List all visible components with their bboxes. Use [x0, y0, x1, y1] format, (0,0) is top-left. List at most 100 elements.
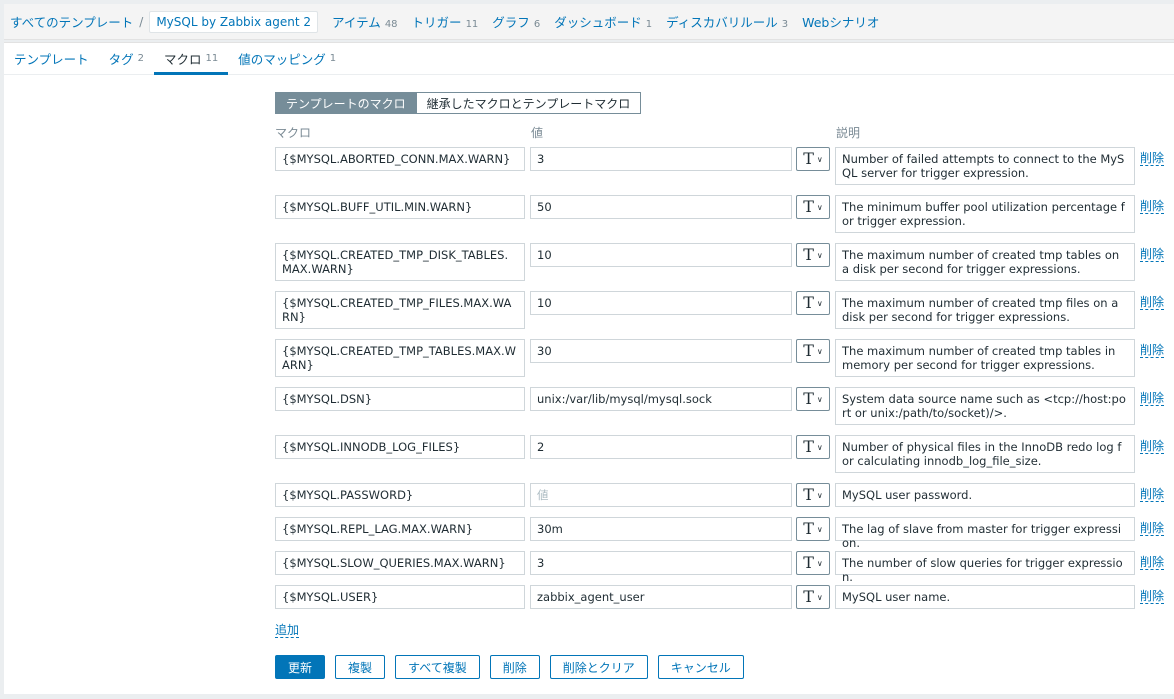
- delete-macro-link[interactable]: 削除: [1140, 247, 1165, 262]
- inherited-macros-button[interactable]: 継承したマクロとテンプレートマクロ: [416, 92, 642, 114]
- delete-macro-link[interactable]: 削除: [1140, 199, 1165, 214]
- macro-description-input[interactable]: The maximum number of created tmp tables…: [835, 339, 1135, 377]
- value-type-dropdown[interactable]: T ∨: [796, 585, 830, 609]
- add-macro-link[interactable]: 追加: [275, 623, 300, 638]
- macro-description-input[interactable]: Number of physical files in the InnoDB r…: [835, 435, 1135, 473]
- value-type-dropdown[interactable]: T ∨: [796, 339, 830, 363]
- cancel-button[interactable]: キャンセル: [657, 655, 744, 679]
- macro-value-input[interactable]: 3: [530, 147, 792, 171]
- macro-description-input[interactable]: MySQL user password.: [835, 483, 1135, 507]
- tab-count: 11: [205, 52, 219, 64]
- nav-dashboards[interactable]: ダッシュボード 1: [554, 12, 652, 31]
- column-header-description: 説明: [836, 126, 861, 140]
- tab-template[interactable]: テンプレート: [4, 42, 99, 74]
- tab-tags[interactable]: タグ 2: [99, 42, 154, 74]
- macro-description-input[interactable]: System data source name such as <tcp://h…: [835, 387, 1135, 425]
- nav-items[interactable]: アイテム 48: [332, 12, 398, 31]
- macro-name-input[interactable]: {$MYSQL.PASSWORD}: [275, 483, 525, 507]
- template-form: テンプレート タグ 2 マクロ 11 値のマッピング 1 テンプレートのマクロ 継承し…: [4, 42, 1174, 694]
- value-type-dropdown[interactable]: T ∨: [796, 291, 830, 315]
- macro-value-input[interactable]: unix:/var/lib/mysql/mysql.sock: [530, 387, 792, 411]
- delete-macro-link[interactable]: 削除: [1140, 151, 1165, 166]
- macro-name-input[interactable]: {$MYSQL.USER}: [275, 585, 525, 609]
- chevron-down-icon: ∨: [816, 490, 823, 500]
- delete-button[interactable]: 削除: [489, 655, 540, 679]
- macro-value-input[interactable]: 50: [530, 195, 792, 219]
- macro-name-input[interactable]: {$MYSQL.INNODB_LOG_FILES}: [275, 435, 525, 459]
- macro-name-input[interactable]: {$MYSQL.CREATED_TMP_TABLES.MAX.WARN}: [275, 339, 525, 377]
- macro-name-input[interactable]: {$MYSQL.ABORTED_CONN.MAX.WARN}: [275, 147, 525, 171]
- macro-value-input[interactable]: 値: [530, 483, 792, 507]
- macro-value-input[interactable]: 30: [530, 339, 792, 363]
- macro-name-input[interactable]: {$MYSQL.REPL_LAG.MAX.WARN}: [275, 517, 525, 541]
- macro-name-input[interactable]: {$MYSQL.CREATED_TMP_DISK_TABLES.MAX.WARN…: [275, 243, 525, 281]
- macro-value-input[interactable]: 10: [530, 291, 792, 315]
- macro-scope-toggle: テンプレートのマクロ 継承したマクロとテンプレートマクロ: [275, 92, 642, 114]
- nav-graphs[interactable]: グラフ 6: [492, 12, 540, 31]
- delete-macro-link[interactable]: 削除: [1140, 521, 1165, 536]
- macro-description-input[interactable]: Number of failed attempts to connect to …: [835, 147, 1135, 185]
- full-clone-button[interactable]: すべて複製: [395, 655, 480, 679]
- macro-value-input[interactable]: 10: [530, 243, 792, 267]
- breadcrumb-all-templates[interactable]: すべてのテンプレート: [10, 12, 133, 31]
- delete-and-clear-button[interactable]: 削除とクリア: [549, 655, 648, 679]
- macro-row: {$MYSQL.BUFF_UTIL.MIN.WARN} 50 T ∨ The minim…: [4, 195, 1174, 233]
- macro-value-input[interactable]: 30m: [530, 517, 792, 541]
- macro-description-input[interactable]: The lag of slave from master for trigger…: [835, 517, 1135, 550]
- tab-count: 2: [137, 52, 145, 64]
- value-type-dropdown[interactable]: T ∨: [796, 147, 830, 171]
- text-type-icon: T: [803, 437, 814, 456]
- value-type-dropdown[interactable]: T ∨: [796, 551, 830, 575]
- delete-macro-link[interactable]: 削除: [1140, 555, 1165, 570]
- text-type-icon: T: [803, 197, 814, 216]
- value-type-dropdown[interactable]: T ∨: [796, 435, 830, 459]
- tab-macros[interactable]: マクロ 11: [154, 42, 229, 75]
- macro-row: {$MYSQL.ABORTED_CONN.MAX.WARN} 3 T ∨ Number …: [4, 147, 1174, 185]
- nav-count: 48: [384, 19, 398, 30]
- nav-count: 11: [465, 19, 479, 30]
- value-type-dropdown[interactable]: T ∨: [796, 195, 830, 219]
- form-actions: 更新 複製 すべて複製 削除 削除とクリア キャンセル: [275, 655, 744, 679]
- tab-value-mapping[interactable]: 値のマッピング 1: [228, 42, 346, 74]
- value-type-dropdown[interactable]: T ∨: [796, 483, 830, 507]
- macro-row: {$MYSQL.DSN} unix:/var/lib/mysql/mysql.so…: [4, 387, 1174, 425]
- text-type-icon: T: [803, 245, 814, 264]
- clone-button[interactable]: 複製: [335, 655, 386, 679]
- delete-macro-link[interactable]: 削除: [1140, 589, 1165, 604]
- breadcrumb: すべてのテンプレート / MySQL by Zabbix agent 2 アイテ…: [4, 4, 1174, 40]
- text-type-icon: T: [803, 149, 814, 168]
- delete-macro-link[interactable]: 削除: [1140, 439, 1165, 454]
- chevron-down-icon: ∨: [816, 250, 823, 260]
- macro-name-input[interactable]: {$MYSQL.SLOW_QUERIES.MAX.WARN}: [275, 551, 525, 575]
- macro-name-input[interactable]: {$MYSQL.CREATED_TMP_FILES.MAX.WARN}: [275, 291, 525, 329]
- value-type-dropdown[interactable]: T ∨: [796, 243, 830, 267]
- delete-macro-link[interactable]: 削除: [1140, 391, 1165, 406]
- macro-description-input[interactable]: The maximum number of created tmp tables…: [835, 243, 1135, 281]
- macro-description-input[interactable]: The maximum number of created tmp files …: [835, 291, 1135, 329]
- chevron-down-icon: ∨: [816, 154, 823, 164]
- column-header-value: 値: [531, 126, 544, 140]
- macro-value-input[interactable]: zabbix_agent_user: [530, 585, 792, 609]
- chevron-down-icon: ∨: [816, 298, 823, 308]
- macro-name-input[interactable]: {$MYSQL.DSN}: [275, 387, 525, 411]
- nav-triggers[interactable]: トリガー 11: [412, 12, 479, 31]
- macro-value-input[interactable]: 3: [530, 551, 792, 575]
- nav-discovery-rules[interactable]: ディスカバリルール 3: [666, 12, 788, 31]
- nav-web-scenarios[interactable]: Webシナリオ: [802, 12, 879, 31]
- delete-macro-link[interactable]: 削除: [1140, 295, 1165, 310]
- template-macros-button[interactable]: テンプレートのマクロ: [275, 92, 417, 114]
- macro-description-input[interactable]: MySQL user name.: [835, 585, 1135, 609]
- macro-description-input[interactable]: The minimum buffer pool utilization perc…: [835, 195, 1135, 233]
- breadcrumb-current-template[interactable]: MySQL by Zabbix agent 2: [149, 10, 319, 33]
- macro-name-input[interactable]: {$MYSQL.BUFF_UTIL.MIN.WARN}: [275, 195, 525, 219]
- delete-macro-link[interactable]: 削除: [1140, 343, 1165, 358]
- macro-row: {$MYSQL.SLOW_QUERIES.MAX.WARN} 3 T ∨ The num…: [4, 551, 1174, 584]
- value-type-dropdown[interactable]: T ∨: [796, 517, 830, 541]
- macro-value-input[interactable]: 2: [530, 435, 792, 459]
- chevron-down-icon: ∨: [816, 442, 823, 452]
- text-type-icon: T: [803, 341, 814, 360]
- delete-macro-link[interactable]: 削除: [1140, 487, 1165, 502]
- update-button[interactable]: 更新: [275, 655, 326, 679]
- value-type-dropdown[interactable]: T ∨: [796, 387, 830, 411]
- macro-description-input[interactable]: The number of slow queries for trigger e…: [835, 551, 1135, 584]
